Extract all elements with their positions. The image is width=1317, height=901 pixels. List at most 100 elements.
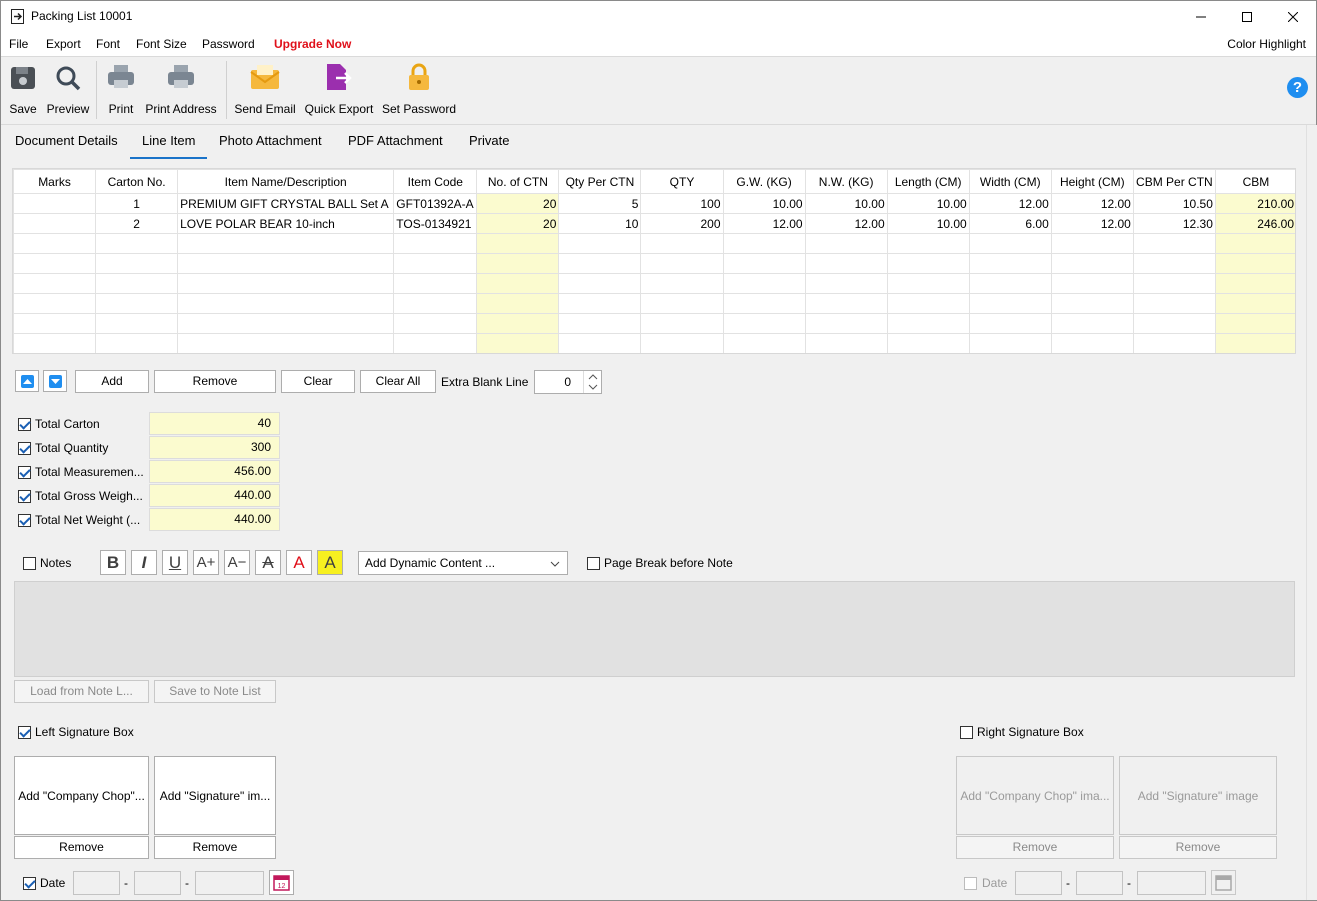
table-cell[interactable]: 210.00 [1214,193,1295,214]
left-company-chop-box[interactable]: Add "Company Chop"... [14,756,149,835]
table-cell[interactable]: 12.30 [1132,213,1216,234]
table-row-empty[interactable] [13,333,1295,353]
table-cell[interactable]: 12.00 [1050,193,1134,214]
italic-button[interactable]: I [131,550,157,575]
table-cell[interactable]: 12.00 [968,193,1052,214]
table-cell[interactable]: 12.00 [804,213,888,234]
table-cell[interactable]: 20 [476,213,560,234]
close-button[interactable] [1270,1,1316,32]
table-cell[interactable]: 200 [640,213,724,234]
tab-document-details[interactable]: Document Details [15,133,118,159]
column-header[interactable]: Qty Per CTN [558,169,642,194]
print-address-button[interactable]: Print Address [143,61,219,116]
left-date-picker-button[interactable]: 12 [269,870,294,895]
load-note-button[interactable]: Load from Note L... [14,680,149,703]
table-cell[interactable]: PREMIUM GIFT CRYSTAL BALL Set A [177,193,395,214]
left-signature-checkbox[interactable] [18,726,31,739]
send-email-button[interactable]: Send Email [232,61,298,116]
print-button[interactable]: Print [106,61,136,116]
left-signature-remove-button[interactable]: Remove [154,836,276,859]
table-cell[interactable]: LOVE POLAR BEAR 10-inch [177,213,395,234]
total-net-weight-field[interactable]: 440.00 [149,508,280,531]
column-header[interactable]: CBM Per CTN [1132,169,1216,194]
right-chop-remove-button[interactable]: Remove [956,836,1114,859]
total-gross-weight-checkbox[interactable] [18,490,31,503]
table-cell[interactable]: 1 [95,193,179,214]
right-signature-image-box[interactable]: Add "Signature" image [1119,756,1277,835]
move-up-button[interactable] [15,370,39,392]
stepper-arrows[interactable] [583,371,601,393]
left-date-year-field[interactable] [195,871,264,895]
total-gross-weight-field[interactable]: 440.00 [149,484,280,507]
menu-file[interactable]: File [9,37,28,51]
menu-font[interactable]: Font [96,37,120,51]
table-cell[interactable]: 12.00 [1050,213,1134,234]
set-password-button[interactable]: Set Password [380,61,458,116]
column-header[interactable]: G.W. (KG) [722,169,806,194]
menu-color-highlight[interactable]: Color Highlight [1227,37,1306,51]
table-row-empty[interactable] [13,253,1295,274]
right-date-picker-button[interactable] [1211,870,1236,895]
dynamic-content-dropdown[interactable]: Add Dynamic Content ... [358,551,568,575]
save-button[interactable]: Save [8,61,38,116]
maximize-button[interactable] [1224,1,1270,32]
left-date-month-field[interactable] [134,871,181,895]
move-down-button[interactable] [43,370,67,392]
column-header[interactable]: CBM [1214,169,1295,194]
table-cell[interactable]: TOS-0134921 [393,213,478,234]
left-date-checkbox[interactable] [23,877,36,890]
strikethrough-button[interactable]: A [255,550,281,575]
highlight-color-button[interactable]: A [317,550,343,575]
column-header[interactable]: Marks [13,169,97,194]
column-header[interactable]: Carton No. [95,169,179,194]
total-measurement-field[interactable]: 456.00 [149,460,280,483]
column-header[interactable]: Length (CM) [886,169,970,194]
right-date-year-field[interactable] [1137,871,1206,895]
table-cell[interactable]: 10.00 [886,193,970,214]
total-net-weight-checkbox[interactable] [18,514,31,527]
column-header[interactable]: Item Name/Description [177,169,395,194]
column-header[interactable]: Item Code [393,169,478,194]
notes-checkbox[interactable] [23,557,36,570]
tab-private[interactable]: Private [469,133,509,159]
table-cell[interactable]: 5 [558,193,642,214]
remove-row-button[interactable]: Remove [154,370,276,393]
underline-button[interactable]: U [162,550,188,575]
column-header[interactable]: N.W. (KG) [804,169,888,194]
clear-all-button[interactable]: Clear All [360,370,436,393]
save-note-button[interactable]: Save to Note List [154,680,276,703]
table-cell[interactable]: 10.00 [722,193,806,214]
notes-editor[interactable] [14,581,1295,677]
table-cell[interactable] [13,213,97,234]
table-cell[interactable]: 10.50 [1132,193,1216,214]
right-signature-remove-button[interactable]: Remove [1119,836,1277,859]
total-carton-checkbox[interactable] [18,418,31,431]
column-header[interactable]: QTY [640,169,724,194]
font-color-button[interactable]: A [286,550,312,575]
total-carton-field[interactable]: 40 [149,412,280,435]
table-cell[interactable]: 20 [476,193,560,214]
column-header[interactable]: Height (CM) [1050,169,1134,194]
menu-font-size[interactable]: Font Size [136,37,187,51]
table-row[interactable]: 1 PREMIUM GIFT CRYSTAL BALL Set A GFT013… [13,193,1295,214]
quick-export-button[interactable]: Quick Export [304,61,374,116]
table-cell[interactable] [13,193,97,214]
tab-photo-attachment[interactable]: Photo Attachment [219,133,322,159]
table-cell[interactable]: 246.00 [1214,213,1295,234]
preview-button[interactable]: Preview [45,61,91,116]
right-date-month-field[interactable] [1076,871,1123,895]
table-row-empty[interactable] [13,273,1295,294]
menu-upgrade-now[interactable]: Upgrade Now [274,37,351,51]
table-cell[interactable]: 10.00 [886,213,970,234]
table-cell[interactable]: 12.00 [722,213,806,234]
table-row-empty[interactable] [13,233,1295,254]
increase-font-button[interactable]: A+ [193,550,219,575]
page-scrollbar[interactable] [1306,125,1317,900]
table-row-empty[interactable] [13,293,1295,314]
table-row-empty[interactable] [13,313,1295,334]
total-quantity-field[interactable]: 300 [149,436,280,459]
column-header[interactable]: Width (CM) [968,169,1052,194]
column-header[interactable]: No. of CTN [476,169,560,194]
total-measurement-checkbox[interactable] [18,466,31,479]
right-signature-checkbox[interactable] [960,726,973,739]
